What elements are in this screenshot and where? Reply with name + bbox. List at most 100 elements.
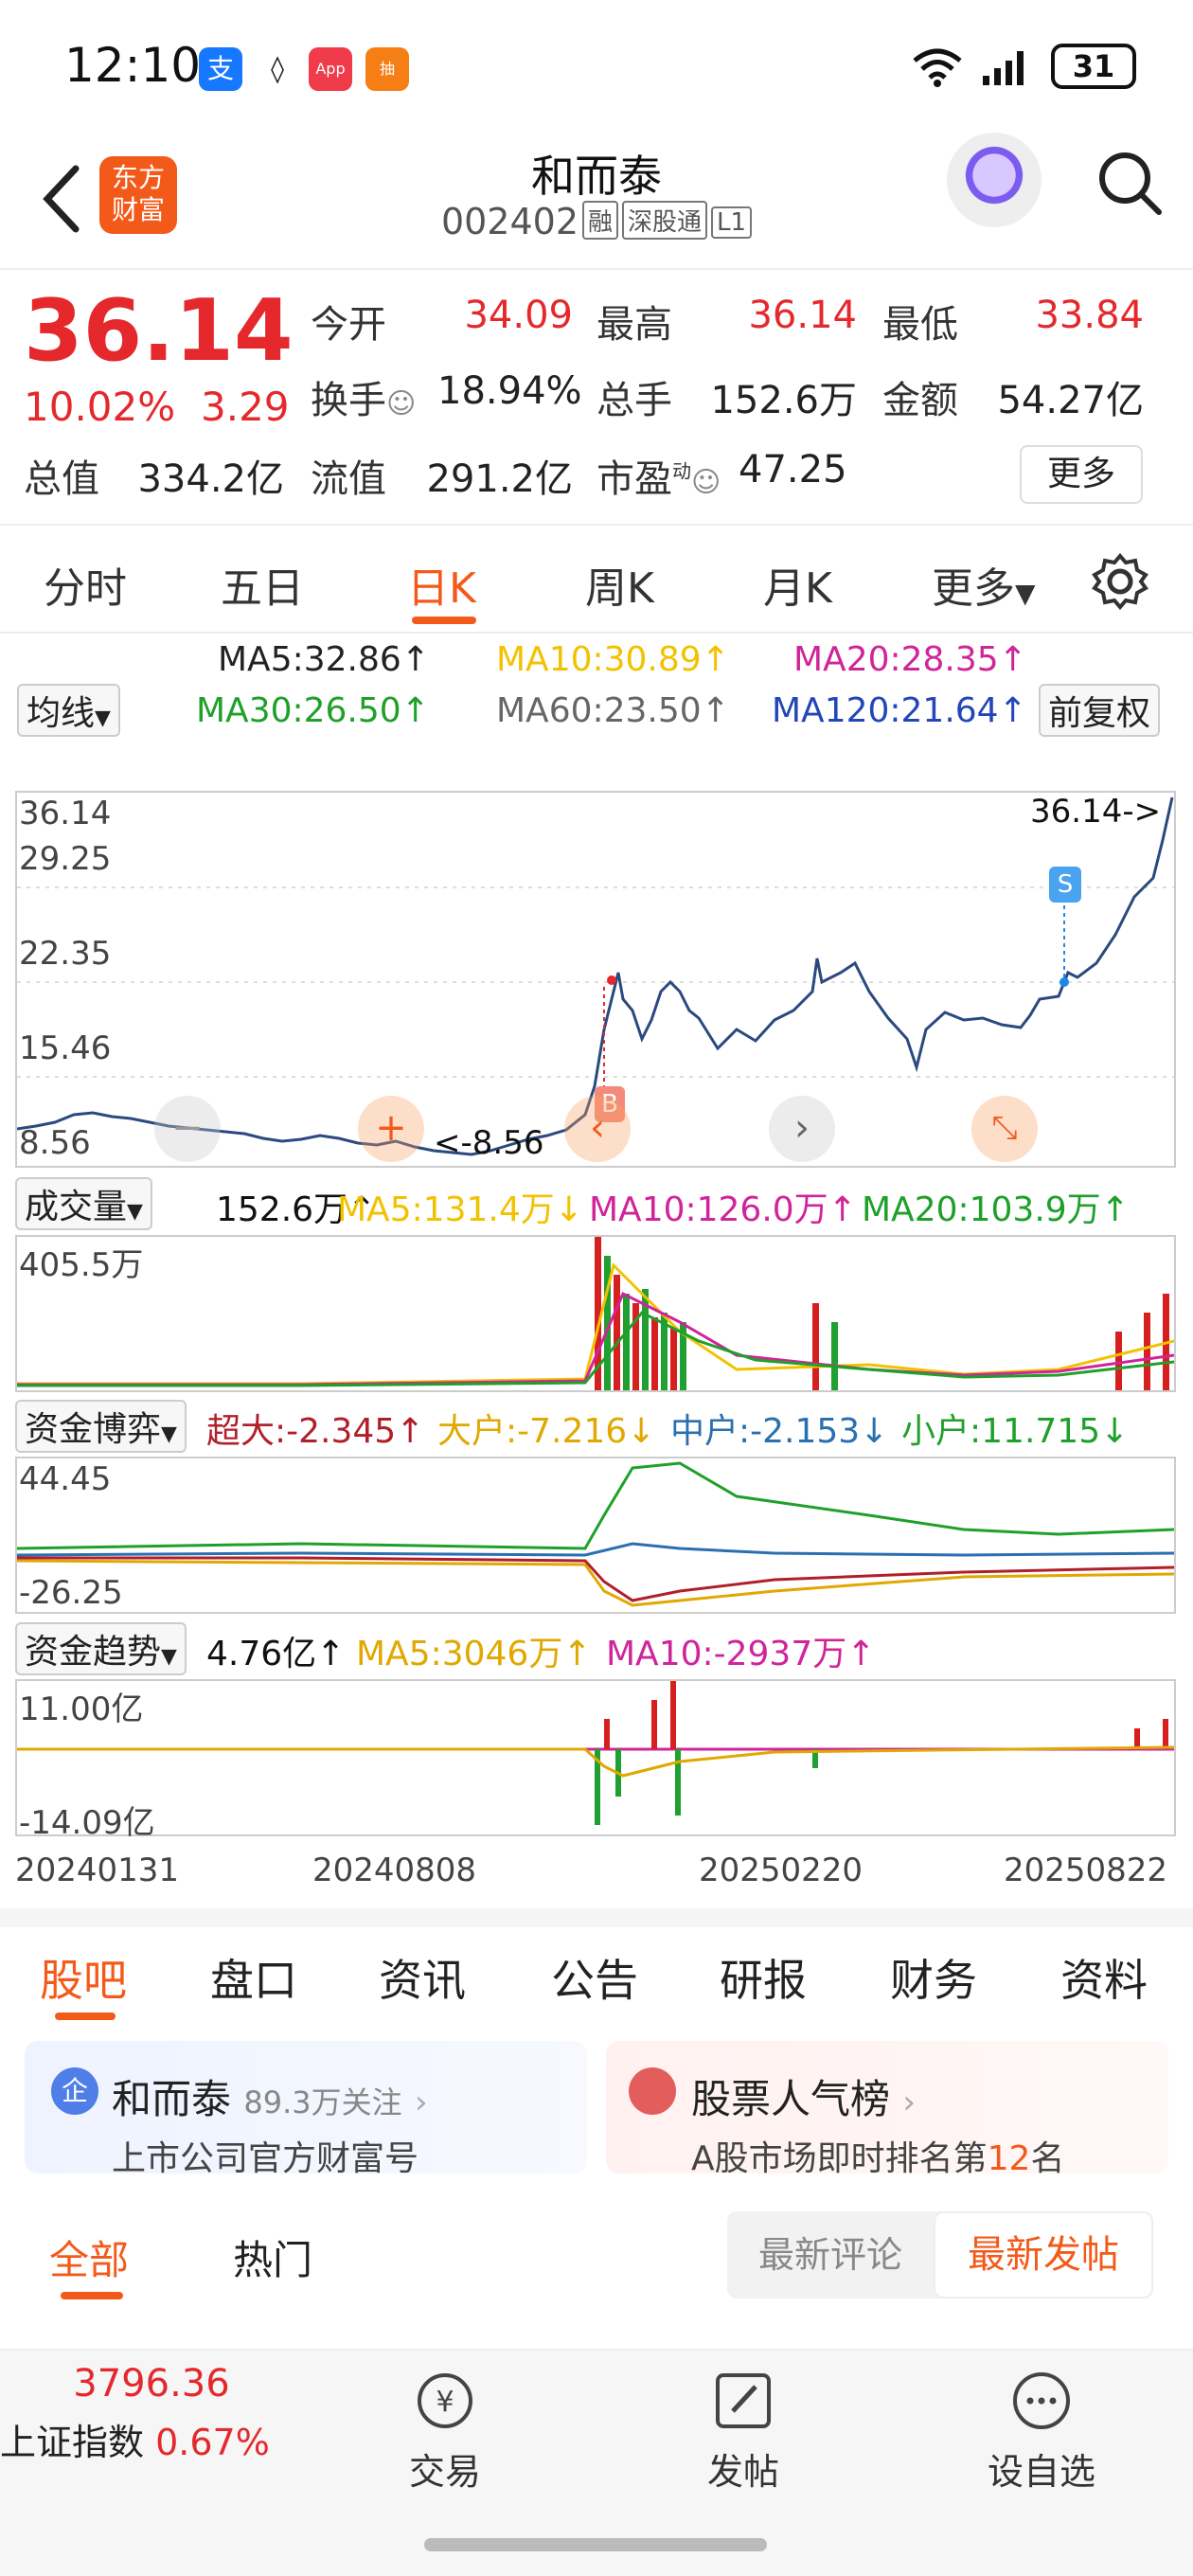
scroll-right-button[interactable]: › [769, 1096, 835, 1162]
sort-latest-comment[interactable]: 最新评论 [727, 2211, 934, 2299]
volume-ma5: MA5:131.4万↓ [337, 1190, 583, 1229]
mid-flow: 中户:-2.153↓ [670, 1412, 889, 1451]
level-tag: L1 [711, 206, 753, 239]
x-date: 20240131 [15, 1852, 180, 1889]
scroll-left-button[interactable]: ‹ [564, 1096, 631, 1162]
kline-y-label-max: 36.14 [19, 795, 112, 832]
notification-icon: ◊ [256, 47, 299, 91]
tab-more-periods[interactable]: 更多▼ [932, 554, 1036, 615]
popularity-rank-sub: A股市场即时排名第12名 [691, 2139, 1065, 2178]
signal-icon [983, 51, 1024, 85]
content-tabs: 股吧 盘口 资讯 公告 研报 财务 资料 [0, 1927, 1193, 2022]
quote-panel: 36.14 10.02% 3.29 今开 34.09 最高 36.14 最低 3… [0, 270, 1193, 526]
ranking-chart-icon [629, 2067, 676, 2115]
tab-order-book[interactable]: 盘口 [210, 1946, 297, 2009]
tab-hot-posts[interactable]: 热门 [233, 2228, 312, 2286]
tab-intraday[interactable]: 分时 [44, 554, 127, 615]
connect-tag: 深股通 [622, 201, 708, 240]
status-icons: 31 [911, 44, 1136, 89]
small-flow-line [17, 1461, 1174, 1550]
low-label: 最低 [882, 303, 958, 347]
caret-down-icon: ▼ [161, 1645, 177, 1669]
volume-ma20: MA20:103.9万↑ [862, 1190, 1130, 1229]
fund-game-chart[interactable]: 44.45 -26.25 [15, 1457, 1176, 1614]
tab-all-posts[interactable]: 全部 [49, 2228, 129, 2286]
fund-game-y-min: -26.25 [19, 1574, 123, 1612]
fund-trend-y-min: -14.09亿 [19, 1804, 155, 1842]
zoom-out-button[interactable]: − [154, 1096, 221, 1162]
kline-y-label: 29.25 [19, 840, 112, 878]
post-nav-item[interactable]: 发帖 [668, 2368, 819, 2495]
sell-marker[interactable]: S [1049, 867, 1081, 903]
fund-trend-select[interactable]: 资金趋势▼ [15, 1622, 187, 1675]
turnover-label[interactable]: 换手☺ [311, 369, 416, 424]
pe-label[interactable]: 市盈动☺ [596, 448, 721, 503]
ma10-value: MA10:30.89↑ [496, 640, 730, 679]
volume-value: 152.6万 [710, 379, 857, 422]
large-flow-line [17, 1559, 1174, 1607]
amount-value: 54.27亿 [997, 379, 1144, 422]
fund-trend-value: 4.76亿↑ [206, 1635, 346, 1673]
change-percent: 10.02% [24, 384, 176, 430]
index-percent: 0.67% [155, 2422, 270, 2463]
tab-guba[interactable]: 股吧 [40, 1946, 127, 2009]
caret-down-icon: ▼ [95, 707, 111, 730]
margin-tag: 融 [582, 201, 619, 240]
home-indicator[interactable] [424, 2538, 767, 2551]
kline-y-label: 15.46 [19, 1029, 112, 1067]
info-icon[interactable]: ☺ [386, 387, 416, 420]
divider [0, 1908, 1193, 1927]
active-tab-underline [412, 617, 476, 624]
tab-research[interactable]: 研报 [720, 1946, 807, 2009]
caret-down-icon: ▼ [161, 1422, 177, 1446]
open-label: 今开 [311, 303, 386, 347]
volume-y-max: 405.5万 [19, 1246, 144, 1284]
tab-daily-k[interactable]: 日K [407, 554, 476, 615]
tab-weekly-k[interactable]: 周K [585, 554, 654, 615]
status-bar: 12:10 支 ◊ App 抽 31 [0, 0, 1193, 133]
tab-monthly-k[interactable]: 月K [763, 554, 832, 615]
sort-segmented-control: 最新评论 最新发帖 [727, 2211, 1153, 2299]
sort-latest-post[interactable]: 最新发帖 [934, 2211, 1153, 2299]
kline-min-marker: <-8.56 [434, 1124, 544, 1162]
kline-chart[interactable]: 36.14 29.25 22.35 15.46 8.56 36.14-> <-8… [15, 791, 1176, 1168]
company-account-sub: 上市公司官方财富号 [112, 2139, 419, 2178]
active-tab-underline [55, 2012, 116, 2020]
fund-trend-chart[interactable]: 11.00亿 -14.09亿 [15, 1679, 1176, 1842]
change-amount: 3.29 [201, 384, 290, 430]
stock-code: 002402 [440, 201, 579, 242]
stock-header: 东方 财富 和而泰 002402 融深股通 L1 [0, 133, 1193, 270]
volume-indicator-select[interactable]: 成交量▼ [15, 1177, 152, 1230]
tab-financials[interactable]: 财务 [890, 1946, 977, 2009]
float-cap-value: 291.2亿 [426, 457, 573, 501]
tab-announcements[interactable]: 公告 [551, 1946, 638, 2009]
info-icon[interactable]: ☺ [691, 466, 721, 499]
fund-trend-bars [595, 1681, 1168, 1825]
open-value: 34.09 [464, 294, 573, 337]
robot-assistant-avatar[interactable] [947, 133, 1042, 227]
tab-profile[interactable]: 资料 [1060, 1946, 1148, 2009]
tab-news[interactable]: 资讯 [379, 1946, 466, 2009]
more-quote-button[interactable]: 更多 [1020, 445, 1143, 504]
trade-nav-item[interactable]: ¥ 交易 [369, 2368, 521, 2495]
wifi-icon [913, 48, 962, 87]
fund-trend-ma5: MA5:3046万↑ [356, 1635, 592, 1673]
company-account-card[interactable]: 企 和而泰 89.3万关注 › 上市公司官方财富号 [25, 2041, 587, 2178]
app-gallery-icon: App [309, 47, 352, 91]
settings-gear-icon[interactable] [1091, 552, 1149, 611]
watchlist-nav-item[interactable]: 设自选 [966, 2368, 1117, 2495]
search-icon[interactable] [1096, 150, 1163, 216]
volume-chart[interactable]: 405.5万 [15, 1235, 1176, 1392]
ma-indicator-select[interactable]: 均线▼ [17, 684, 120, 737]
ma30-value: MA30:26.50↑ [196, 691, 430, 730]
popularity-rank-card[interactable]: 股票人气榜 › A股市场即时排名第12名 [606, 2041, 1168, 2178]
collapse-chart-button[interactable]: ⤡ [971, 1096, 1038, 1162]
status-time: 12:10 [64, 38, 202, 93]
zoom-in-button[interactable]: + [358, 1096, 424, 1162]
tab-five-day[interactable]: 五日 [221, 554, 304, 615]
fund-game-select[interactable]: 资金博弈▼ [15, 1400, 187, 1453]
adjust-price-button[interactable]: 前复权 [1039, 684, 1161, 737]
index-ticker[interactable]: 3796.36 上证指数 0.67% [0, 2362, 284, 2465]
index-name-row: 上证指数 0.67% [0, 2413, 284, 2465]
period-tabs: 分时 五日 日K 周K 月K 更多▼ [0, 528, 1193, 634]
